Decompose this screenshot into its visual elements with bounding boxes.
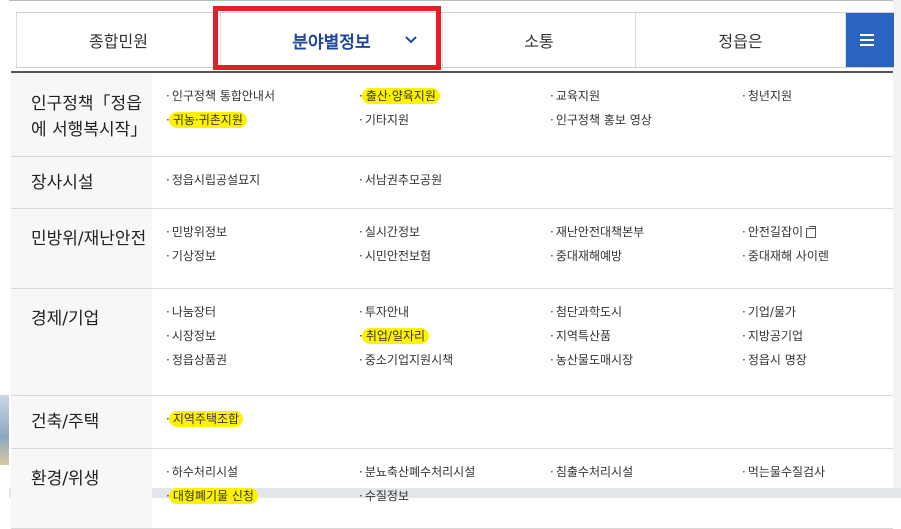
category-list: 인구정책「정읍에 서행복시작」 · 인구정책 통합안내서 · 출산·양육지원 · 교육… (11, 71, 893, 529)
main-navigation: 종합민원 분야별정보 소통 정읍은 (16, 12, 894, 68)
category-row-environment: 환경/위생 · 하수처리시설 · 분뇨축산폐수처리시설 · 침출수처리시설 · 먹는물수… (11, 449, 893, 529)
link-item[interactable]: · 투자안내 (359, 302, 550, 326)
category-title: 장사시설 (11, 157, 152, 208)
link-item[interactable]: · 안전길잡이 (742, 222, 893, 246)
category-title: 인구정책「정읍에 서행복시작」 (11, 73, 152, 156)
category-links: · 하수처리시설 · 분뇨축산폐수처리시설 · 침출수처리시설 · 먹는물수질검사 · 대… (152, 449, 893, 528)
nav-item-general-civil[interactable]: 종합민원 (16, 13, 221, 67)
nav-item-label: 소통 (524, 32, 554, 51)
link-item[interactable]: · 재난안전대책본부 (550, 222, 742, 246)
link-item[interactable]: · 귀농·귀촌지원 (166, 110, 359, 134)
category-row-population: 인구정책「정읍에 서행복시작」 · 인구정책 통합안내서 · 출산·양육지원 · 교육… (11, 73, 893, 157)
link-item[interactable]: · 기타지원 (359, 110, 550, 134)
left-edge (0, 0, 9, 498)
link-item[interactable]: · 하수처리시설 (166, 462, 359, 486)
link-item[interactable]: · 교육지원 (550, 86, 742, 110)
menu-button[interactable] (846, 13, 894, 67)
link-item[interactable]: · 지역주택조합 (166, 409, 359, 433)
link-item[interactable]: · 인구정책 홍보 영상 (550, 110, 742, 134)
link-item[interactable]: · 기업/물가 (742, 302, 893, 326)
link-item[interactable]: · 시장정보 (166, 326, 359, 350)
link-item[interactable]: · 먹는물수질검사 (742, 462, 893, 486)
nav-item-field-info[interactable]: 분야별정보 (221, 13, 443, 67)
category-links: · 정읍시립공설묘지 · 서남권추모공원 (152, 157, 893, 208)
link-item[interactable]: · 정읍상품권 (166, 350, 359, 374)
link-item[interactable]: · 정읍시립공설묘지 (166, 170, 359, 194)
link-item[interactable]: · 중소기업지원시책 (359, 350, 550, 374)
link-item[interactable]: · 시민안전보험 (359, 246, 550, 270)
category-row-housing: 건축/주택 · 지역주택조합 (11, 396, 893, 449)
category-row-economy: 경제/기업 · 나눔장터 · 투자안내 · 첨단과학도시 · 기업/물가 · 시장정보 ·… (11, 289, 893, 396)
category-links: · 인구정책 통합안내서 · 출산·양육지원 · 교육지원 · 청년지원 · 귀농·귀촌지… (152, 73, 893, 156)
link-item[interactable]: · 수질정보 (359, 486, 550, 510)
chevron-down-icon (405, 36, 417, 44)
category-row-funeral: 장사시설 · 정읍시립공설묘지 · 서남권추모공원 (11, 157, 893, 209)
category-links: · 나눔장터 · 투자안내 · 첨단과학도시 · 기업/물가 · 시장정보 · 취업/일자리… (152, 289, 893, 395)
nav-item-label: 분야별정보 (292, 32, 371, 53)
category-title: 건축/주택 (11, 396, 152, 448)
category-links: · 지역주택조합 (152, 396, 893, 448)
category-title: 환경/위생 (11, 449, 152, 528)
link-item[interactable]: · 기상정보 (166, 246, 359, 270)
link-item[interactable]: · 민방위정보 (166, 222, 359, 246)
link-item[interactable]: · 취업/일자리 (359, 326, 550, 350)
link-item[interactable]: · 실시간정보 (359, 222, 550, 246)
link-item[interactable]: · 분뇨축산폐수처리시설 (359, 462, 550, 486)
background-decoration (0, 395, 9, 465)
category-links: · 민방위정보 · 실시간정보 · 재난안전대책본부 · 안전길잡이 · 기상정보 · 시민… (152, 209, 893, 288)
nav-item-label: 정읍은 (718, 32, 763, 51)
link-item[interactable]: · 농산물도매시장 (550, 350, 742, 374)
hamburger-menu-icon (860, 34, 874, 46)
link-item[interactable]: · 침출수처리시설 (550, 462, 742, 486)
link-item[interactable]: · 첨단과학도시 (550, 302, 742, 326)
nav-item-label: 종합민원 (89, 32, 148, 51)
link-item[interactable]: · 대형폐기물 신청 (166, 486, 359, 510)
link-item[interactable]: · 출산·양육지원 (359, 86, 550, 110)
link-item[interactable]: · 청년지원 (742, 86, 893, 110)
link-item[interactable]: · 정읍시 명장 (742, 350, 893, 374)
nav-item-communication[interactable]: 소통 (443, 13, 636, 67)
link-item[interactable]: · 지방공기업 (742, 326, 893, 350)
category-title: 경제/기업 (11, 289, 152, 395)
link-item[interactable]: · 중대재해 사이렌 (742, 246, 893, 270)
link-item[interactable]: · 서남권추모공원 (359, 170, 550, 194)
category-row-safety: 민방위/재난안전 · 민방위정보 · 실시간정보 · 재난안전대책본부 · 안전길잡이 … (11, 209, 893, 289)
category-title: 민방위/재난안전 (11, 209, 152, 288)
scroll-edge (893, 0, 901, 498)
nav-item-about-jeongeup[interactable]: 정읍은 (636, 13, 846, 67)
link-item[interactable]: · 중대재해예방 (550, 246, 742, 270)
link-item[interactable]: · 지역특산품 (550, 326, 742, 350)
link-item[interactable]: · 인구정책 통합안내서 (166, 86, 359, 110)
external-link-icon (806, 225, 817, 238)
link-item[interactable]: · 나눔장터 (166, 302, 359, 326)
